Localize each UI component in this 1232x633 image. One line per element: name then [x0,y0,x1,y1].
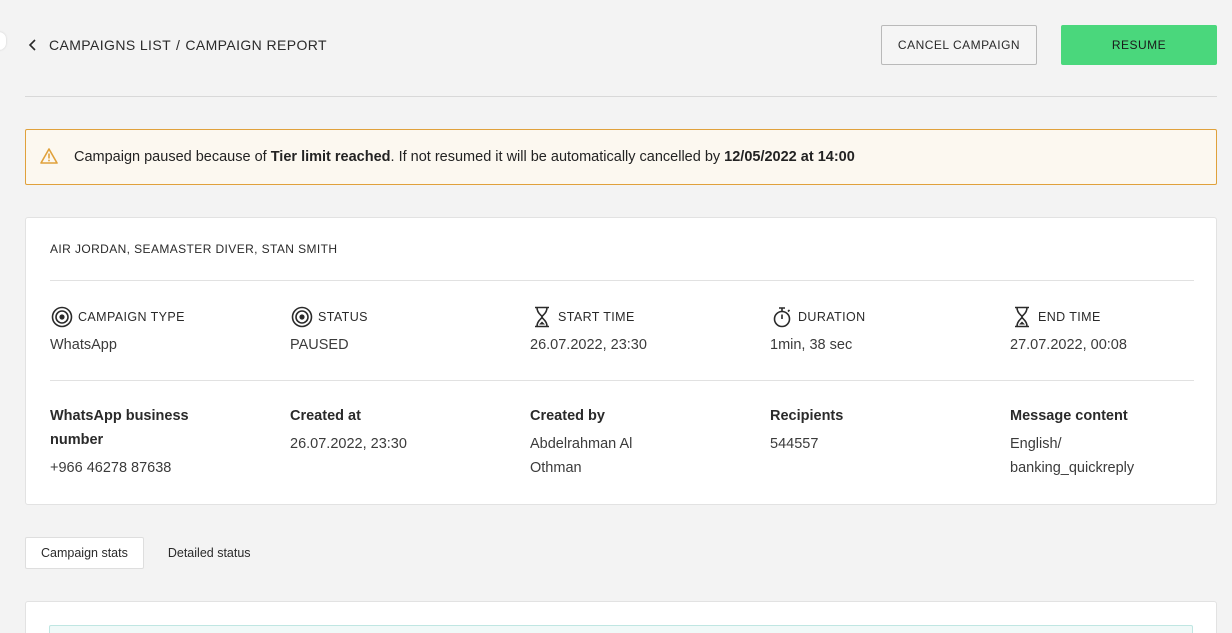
header-divider [25,96,1217,97]
meta-start-time: START TIME 26.07.2022, 23:30 [530,305,750,353]
campaign-info-row: WhatsApp business number +966 46278 8763… [50,404,1194,484]
meta-value: 27.07.2022, 00:08 [1010,337,1127,353]
resume-button[interactable]: RESUME [1061,25,1217,65]
hourglass-icon [1010,305,1034,329]
page-header: CAMPAIGNS LIST / CAMPAIGN REPORT CANCEL … [25,25,1217,65]
meta-label: START TIME [558,310,635,324]
info-label: WhatsApp business [50,408,189,424]
campaign-stats-panel [25,601,1217,633]
meta-value: WhatsApp [50,337,117,353]
alert-prefix: Campaign paused because of [74,149,271,165]
campaign-title: AIR JORDAN, SEAMASTER DIVER, STAN SMITH [50,242,338,256]
cancel-campaign-button[interactable]: CANCEL CAMPAIGN [881,25,1037,65]
info-business-number: WhatsApp business number +966 46278 8763… [50,404,240,480]
meta-label: STATUS [318,310,368,324]
pause-alert-banner: Campaign paused because of Tier limit re… [25,129,1217,185]
info-label: Recipients [770,408,844,424]
breadcrumb: CAMPAIGNS LIST / CAMPAIGN REPORT [49,37,327,53]
target-icon [290,305,314,329]
info-value: +966 46278 87638 [50,460,172,476]
info-value: 544557 [770,436,819,452]
stats-info-box [49,625,1193,633]
meta-value: 26.07.2022, 23:30 [530,337,647,353]
info-label: Message content [1010,408,1128,424]
info-value-cont: banking_quickreply [1010,460,1135,476]
tab-campaign-stats[interactable]: Campaign stats [25,537,144,569]
tab-detailed-status[interactable]: Detailed status [153,537,266,569]
meta-campaign-type: CAMPAIGN TYPE WhatsApp [50,305,270,353]
breadcrumb-campaigns-list[interactable]: CAMPAIGNS LIST [49,37,171,53]
info-message-content: Message content English/ banking_quickre… [1010,404,1200,480]
alert-middle: . If not resumed it will be automaticall… [390,149,725,165]
card-divider [50,280,1194,281]
meta-value: PAUSED [290,337,349,353]
meta-end-time: END TIME 27.07.2022, 00:08 [1010,305,1230,353]
info-value-cont: Othman [530,460,582,476]
side-panel-handle[interactable] [0,32,6,50]
info-created-at: Created at 26.07.2022, 23:30 [290,404,480,456]
header-actions: CANCEL CAMPAIGN RESUME [881,25,1217,65]
meta-label: DURATION [798,310,866,324]
back-chevron-icon[interactable] [25,37,41,53]
campaign-meta-row: CAMPAIGN TYPE WhatsApp STATUS PAUSED STA… [50,305,1194,355]
target-icon [50,305,74,329]
info-label: Created at [290,408,361,424]
meta-label: CAMPAIGN TYPE [78,310,185,324]
meta-label: END TIME [1038,310,1101,324]
card-divider [50,380,1194,381]
hourglass-icon [530,305,554,329]
alert-deadline: 12/05/2022 at 14:00 [724,149,855,165]
info-label: Created by [530,408,605,424]
campaign-details-card: AIR JORDAN, SEAMASTER DIVER, STAN SMITH … [25,217,1217,505]
info-created-by: Created by Abdelrahman Al Othman [530,404,720,480]
info-label-cont: number [50,432,104,448]
stopwatch-icon [770,305,794,329]
meta-value: 1min, 38 sec [770,337,853,353]
info-value: Abdelrahman Al [530,436,633,452]
report-tabs: Campaign stats Detailed status [25,537,266,569]
breadcrumb-separator: / [176,37,181,53]
breadcrumb-campaign-report: CAMPAIGN REPORT [185,37,327,53]
warning-icon [40,148,60,166]
meta-duration: DURATION 1min, 38 sec [770,305,990,353]
alert-reason: Tier limit reached [270,149,391,165]
alert-text: Campaign paused because of Tier limit re… [74,149,855,165]
info-recipients: Recipients 544557 [770,404,960,456]
info-value: English/ [1010,436,1062,452]
info-value: 26.07.2022, 23:30 [290,436,407,452]
meta-status: STATUS PAUSED [290,305,510,353]
